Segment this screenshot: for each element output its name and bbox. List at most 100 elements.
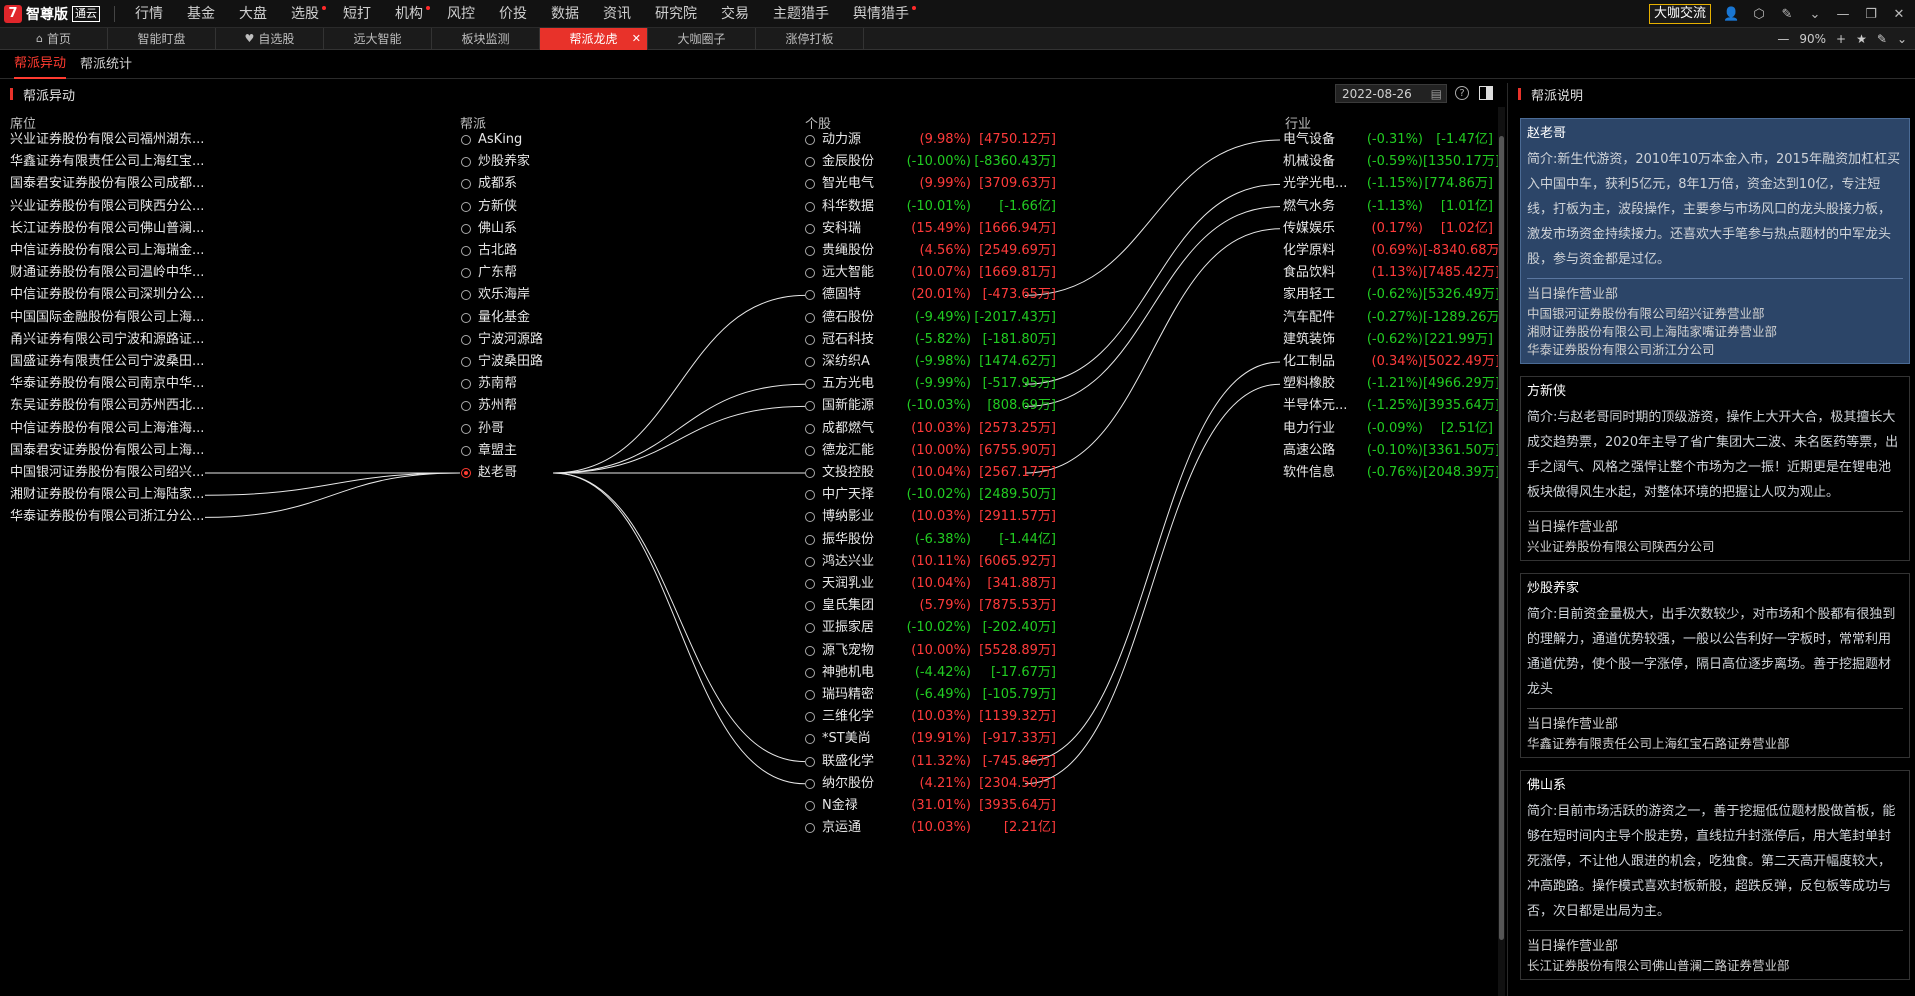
menu-item[interactable]: 短打 [331,0,383,28]
menu-item[interactable]: 机构 [383,0,435,28]
industry-item[interactable]: 电力行业 (-0.09%) [2.51亿] [1283,418,1493,440]
industry-item[interactable]: 汽车配件 (-0.27%) [-1289.26万] [1283,307,1505,329]
radio-icon[interactable] [805,334,815,345]
radio-icon[interactable] [461,379,471,390]
expert-chat-button[interactable]: 大咖交流 [1648,4,1711,24]
gang-item[interactable]: 成都系 [461,173,517,195]
branch-item[interactable]: 湘财证券股份有限公司上海陆家嘴证券营业部 [1527,323,1903,341]
seat-item[interactable]: 中国国际金融股份有限公司上海... [10,307,210,329]
gang-item[interactable]: 赵老哥 [461,462,517,484]
stock-item[interactable]: 智光电气 (9.99%) [3709.63万] [805,173,1056,195]
radio-icon[interactable] [805,268,815,279]
tab-item[interactable]: 大咖圈子 [648,27,756,50]
stock-item[interactable]: 金辰股份 (-10.00%) [-8360.43万] [805,151,1056,173]
seat-item[interactable]: 华泰证券股份有限公司南京中华... [10,373,210,395]
industry-item[interactable]: 机械设备 (-0.59%) [1350.17万] [1283,151,1500,173]
scrollbar-thumb[interactable] [1499,136,1504,940]
seat-item[interactable]: 长江证券股份有限公司佛山普澜... [10,218,210,240]
gang-item[interactable]: 佛山系 [461,218,517,240]
edit-icon[interactable]: ✎ [1877,32,1887,46]
gang-item[interactable]: 孙哥 [461,418,504,440]
gang-item[interactable]: 苏南帮 [461,373,517,395]
radio-icon[interactable] [805,690,815,700]
restore-icon[interactable]: ❐ [1863,7,1879,22]
radio-icon[interactable] [461,468,471,478]
branch-item[interactable]: 华泰证券股份有限公司浙江分公司 [1527,341,1903,359]
stock-item[interactable]: 五方光电 (-9.99%) [-517.95万] [805,373,1056,395]
radio-icon[interactable] [805,290,815,301]
radio-icon[interactable] [805,312,815,323]
stock-item[interactable]: 神驰机电 (-4.42%) [-17.67万] [805,662,1056,684]
gang-item[interactable]: 欢乐海岸 [461,284,530,306]
seat-item[interactable]: 甬兴证券有限公司宁波和源路证... [10,329,210,351]
radio-icon[interactable] [461,445,471,456]
tab-item[interactable]: 涨停打板 [756,27,864,50]
industry-item[interactable]: 家用轻工 (-0.62%) [5326.49万] [1283,284,1500,306]
stock-item[interactable]: 纳尔股份 (4.21%) [2304.50万] [805,773,1056,795]
stock-item[interactable]: 中广天择 (-10.02%) [2489.50万] [805,484,1056,506]
radio-icon[interactable] [805,135,815,145]
radio-icon[interactable] [805,712,815,723]
industry-item[interactable]: 电气设备 (-0.31%) [-1.47亿] [1283,129,1493,151]
radio-icon[interactable] [805,512,815,523]
radio-icon[interactable] [805,246,815,256]
menu-item[interactable]: 大盘 [227,0,279,28]
radio-icon[interactable] [461,334,471,345]
minimize-icon[interactable]: — [1835,7,1851,22]
chevron-down-icon[interactable]: ⌄ [1897,32,1907,46]
industry-item[interactable]: 化工制品 (0.34%) [5022.49万] [1283,351,1500,373]
stock-item[interactable]: 远大智能 (10.07%) [1669.81万] [805,262,1056,284]
branch-item[interactable]: 长江证券股份有限公司佛山普澜二路证券营业部 [1527,957,1903,975]
gang-card[interactable]: 方新侠 简介:与赵老哥同时期的顶级游资，操作上大开大合，极其擅长大成交趋势票，20… [1520,376,1910,561]
seat-item[interactable]: 兴业证券股份有限公司陕西分公... [10,196,210,218]
stock-item[interactable]: 文投控股 (10.04%) [2567.17万] [805,462,1056,484]
settings-icon[interactable]: ⬡ [1751,7,1767,22]
radio-icon[interactable] [461,423,471,434]
stock-item[interactable]: 博纳影业 (10.03%) [2911.57万] [805,506,1056,528]
menu-item[interactable]: 研究院 [643,0,709,28]
radio-icon[interactable] [805,534,815,545]
radio-icon[interactable] [461,357,471,367]
close-tab-icon[interactable]: ✕ [632,32,641,45]
tab-item[interactable]: 远大智能 [324,27,432,50]
seat-item[interactable]: 中信证券股份有限公司上海瑞金... [10,240,210,262]
stock-item[interactable]: 冠石科技 (-5.82%) [-181.80万] [805,329,1056,351]
stock-item[interactable]: 瑞玛精密 (-6.49%) [-105.79万] [805,684,1056,706]
radio-icon[interactable] [805,778,815,789]
help-icon[interactable]: ? [1455,86,1469,100]
pin-icon[interactable]: ✎ [1779,7,1795,22]
stock-item[interactable]: 德石股份 (-9.49%) [-2017.43万] [805,307,1056,329]
user-icon[interactable]: 👤 [1723,7,1739,22]
calendar-icon[interactable]: ▤ [1431,87,1442,101]
stock-item[interactable]: 贵绳股份 (4.56%) [2549.69万] [805,240,1056,262]
industry-item[interactable]: 化学原料 (0.69%) [-8340.68万] [1283,240,1505,262]
tab-item[interactable]: ⌂ 首页 [0,27,108,50]
seat-item[interactable]: 华鑫证券有限责任公司上海红宝... [10,151,210,173]
gang-item[interactable]: 宁波河源路 [461,329,543,351]
menu-item[interactable]: 风控 [435,0,487,28]
radio-icon[interactable] [461,312,471,323]
gang-item[interactable]: 方新侠 [461,196,517,218]
gang-card[interactable]: 佛山系 简介:目前市场活跃的游资之一，善于挖掘低位题材股做首板，能够在短时间内主导… [1520,770,1910,980]
gang-item[interactable]: 量化基金 [461,307,530,329]
seat-item[interactable]: 中信证券股份有限公司上海淮海... [10,418,210,440]
seat-item[interactable]: 中信证券股份有限公司深圳分公... [10,284,210,306]
radio-icon[interactable] [461,290,471,301]
industry-item[interactable]: 燃气水务 (-1.13%) [1.01亿] [1283,196,1493,218]
stock-item[interactable]: 京运通 (10.03%) [2.21亿] [805,817,1056,839]
close-icon[interactable]: ✕ [1891,7,1907,22]
stock-item[interactable]: 亚振家居 (-10.02%) [-202.40万] [805,617,1056,639]
seat-item[interactable]: 华泰证券股份有限公司浙江分公... [10,506,210,528]
stock-item[interactable]: 三维化学 (10.03%) [1139.32万] [805,706,1056,728]
radio-icon[interactable] [805,423,815,434]
date-picker[interactable]: 2022-08-26 ▤ [1335,84,1447,103]
radio-icon[interactable] [461,135,471,145]
stock-item[interactable]: 源飞宠物 (10.00%) [5528.89万] [805,640,1056,662]
industry-item[interactable]: 食品饮料 (1.13%) [7485.42万] [1283,262,1500,284]
menu-item[interactable]: 数据 [539,0,591,28]
radio-icon[interactable] [461,401,471,412]
stock-item[interactable]: 科华数据 (-10.01%) [-1.66亿] [805,196,1056,218]
tab-item[interactable]: ♥ 自选股 [216,27,324,50]
industry-item[interactable]: 传媒娱乐 (0.17%) [1.02亿] [1283,218,1493,240]
seat-item[interactable]: 国泰君安证券股份有限公司成都... [10,173,210,195]
